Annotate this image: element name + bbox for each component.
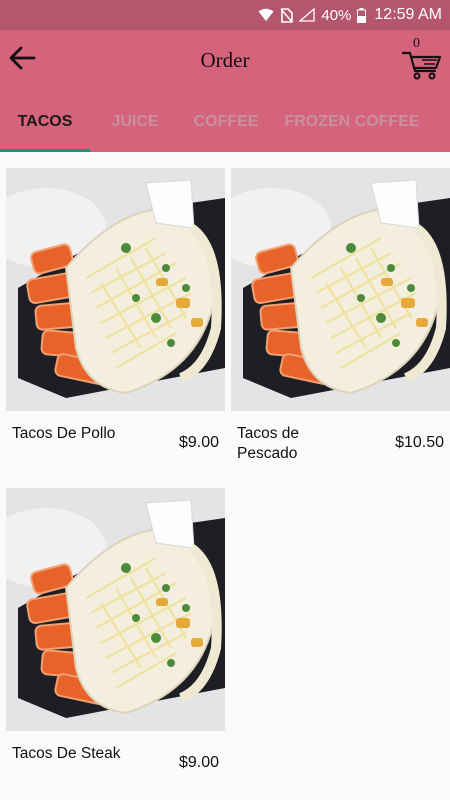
product-grid: Tacos De Pollo $9.00 Tacos de Pescado $1… <box>0 152 450 800</box>
product-image <box>6 488 225 731</box>
product-name: Tacos de Pescado <box>237 425 300 462</box>
product-card[interactable]: Tacos de Pescado $10.50 <box>225 152 450 462</box>
cart-button[interactable]: 0 <box>398 34 446 86</box>
product-card[interactable]: Tacos De Steak $9.00 <box>0 472 225 782</box>
battery-icon <box>357 7 367 23</box>
page-title: Order <box>200 48 250 72</box>
product-name: Tacos De Pollo <box>12 425 116 442</box>
wifi-icon <box>258 8 274 22</box>
product-card[interactable]: Tacos De Pollo $9.00 <box>0 152 225 462</box>
product-price: $9.00 <box>178 434 219 451</box>
tab-coffee[interactable]: COFFEE <box>180 92 272 152</box>
product-image <box>231 168 450 411</box>
product-price: $9.00 <box>178 754 219 771</box>
status-bar: 40% 12:59 AM <box>0 0 450 30</box>
clock: 12:59 AM <box>374 6 442 23</box>
product-name: Tacos De Steak <box>12 745 121 762</box>
app-bar: Order 0 <box>0 30 450 92</box>
tab-juice[interactable]: JUICE <box>90 92 180 152</box>
product-price: $10.50 <box>395 434 444 451</box>
product-image <box>6 168 225 411</box>
tab-frozen-coffee[interactable]: FROZEN COFFEE <box>272 92 432 152</box>
category-tabs: TACOS JUICE COFFEE FROZEN COFFEE <box>0 92 450 152</box>
no-sim-icon <box>280 7 294 23</box>
tab-tacos[interactable]: TACOS <box>0 92 90 152</box>
signal-icon <box>299 8 316 22</box>
battery-percent: 40% <box>321 6 352 24</box>
